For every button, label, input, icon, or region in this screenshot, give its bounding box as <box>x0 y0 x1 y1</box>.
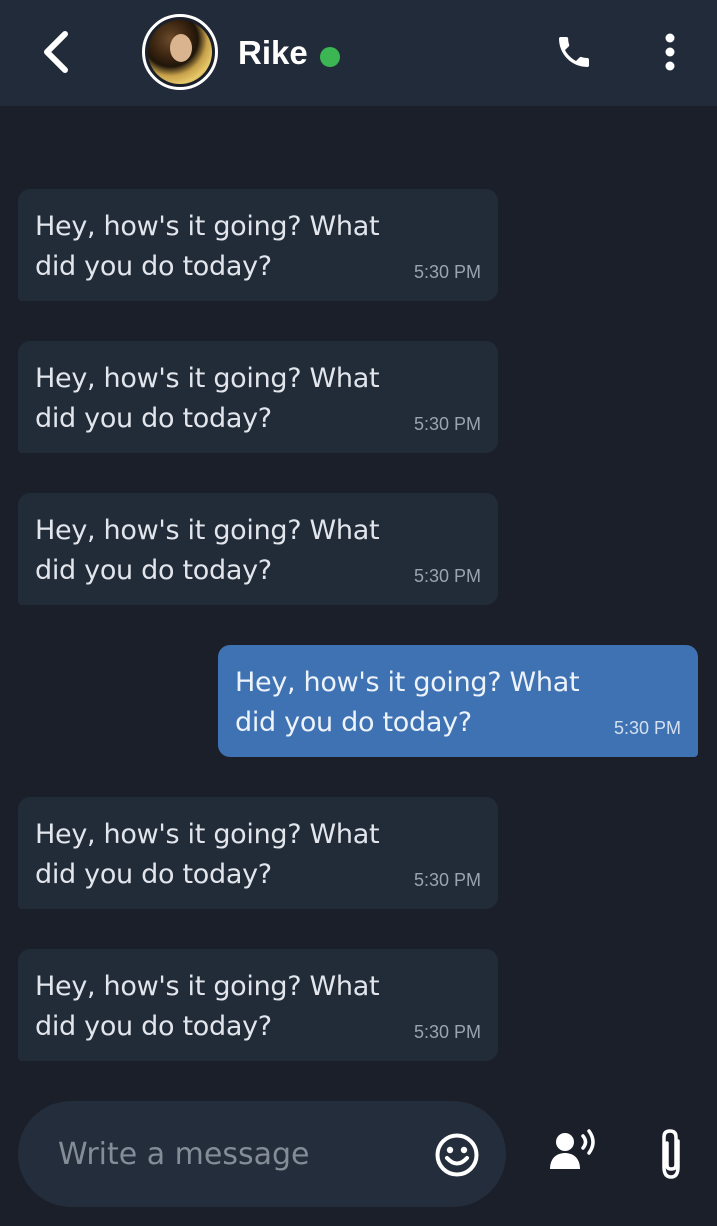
back-button[interactable] <box>34 28 78 76</box>
more-vertical-icon <box>665 33 675 71</box>
message-bubble-incoming: Hey, how's it going? What did you do tod… <box>18 189 498 301</box>
message-time: 5:30 PM <box>413 262 481 282</box>
message-input[interactable] <box>58 1131 418 1177</box>
message-text: Hey, how's it going? What did you do tod… <box>35 363 380 434</box>
more-options-button[interactable] <box>650 28 690 76</box>
message-text: Hey, how's it going? What did you do tod… <box>35 211 380 282</box>
chat-header: Rike <box>0 0 717 106</box>
message-text: Hey, how's it going? What did you do tod… <box>35 971 380 1042</box>
message-bubble-outgoing: Hey, how's it going? What did you do tod… <box>218 645 698 757</box>
message-composer <box>18 1101 506 1207</box>
call-button[interactable] <box>550 28 598 76</box>
message-bubble-incoming: Hey, how's it going? What did you do tod… <box>18 949 498 1061</box>
voice-message-icon <box>550 1129 595 1169</box>
message-time: 5:30 PM <box>413 870 481 890</box>
avatar-image <box>148 20 212 84</box>
voice-message-button[interactable] <box>548 1127 600 1175</box>
message-time: 5:30 PM <box>413 414 481 434</box>
message-text: Hey, how's it going? What did you do tod… <box>235 667 580 738</box>
message-time: 5:30 PM <box>413 566 481 586</box>
phone-icon <box>559 37 589 67</box>
emoji-icon <box>435 1133 479 1177</box>
message-bubble-incoming: Hey, how's it going? What did you do tod… <box>18 797 498 909</box>
paperclip-icon <box>662 1129 680 1179</box>
message-time: 5:30 PM <box>613 718 681 738</box>
back-arrow-icon <box>44 31 68 73</box>
message-time: 5:30 PM <box>413 1022 481 1042</box>
contact-name[interactable]: Rike <box>238 33 308 73</box>
avatar[interactable] <box>142 14 218 90</box>
message-text: Hey, how's it going? What did you do tod… <box>35 819 380 890</box>
message-text: Hey, how's it going? What did you do tod… <box>35 515 380 586</box>
message-bubble-incoming: Hey, how's it going? What did you do tod… <box>18 493 498 605</box>
message-bubble-incoming: Hey, how's it going? What did you do tod… <box>18 341 498 453</box>
attach-button[interactable] <box>654 1127 688 1181</box>
emoji-button[interactable] <box>434 1132 480 1178</box>
online-status-dot <box>320 47 340 67</box>
